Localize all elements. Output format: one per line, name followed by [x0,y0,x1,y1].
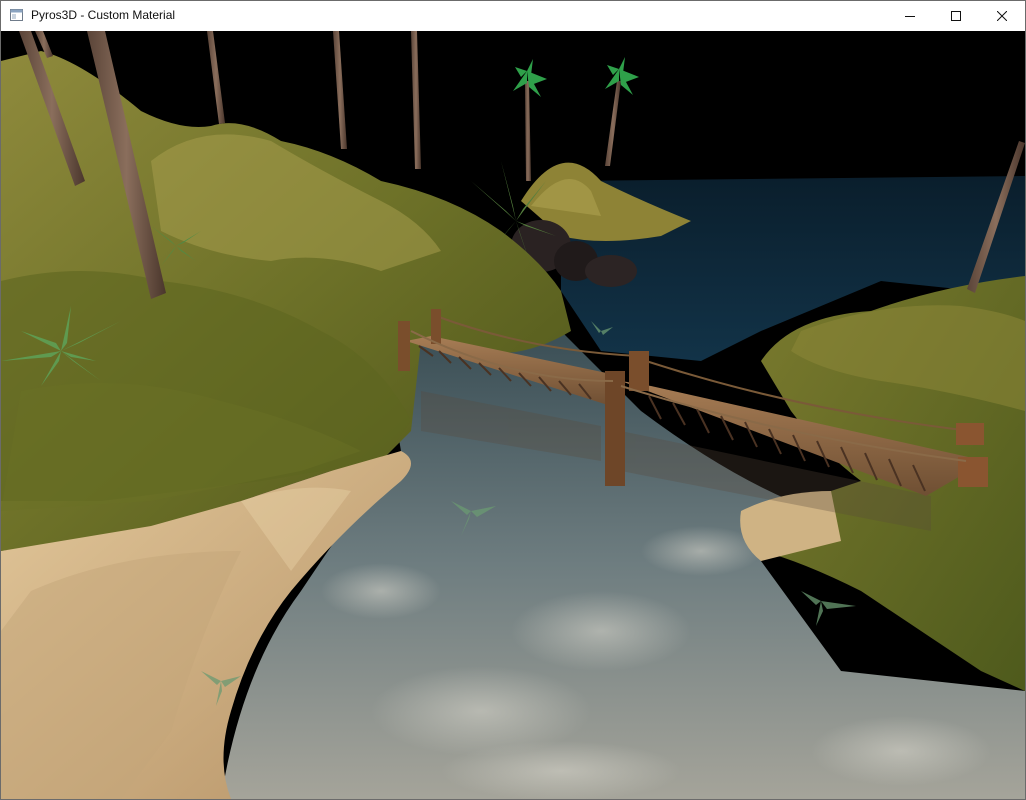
app-window: Pyros3D - Custom Material [0,0,1026,800]
3d-viewport[interactable] [1,31,1025,799]
window-title: Pyros3D - Custom Material [31,8,176,22]
maximize-button[interactable] [933,1,979,31]
close-icon [997,11,1007,21]
minimize-icon [905,16,915,17]
minimize-button[interactable] [887,1,933,31]
app-window-icon [10,9,23,21]
maximize-icon [951,11,961,21]
close-button[interactable] [979,1,1025,31]
island-scene [1,31,1025,799]
title-bar[interactable]: Pyros3D - Custom Material [1,1,1025,31]
